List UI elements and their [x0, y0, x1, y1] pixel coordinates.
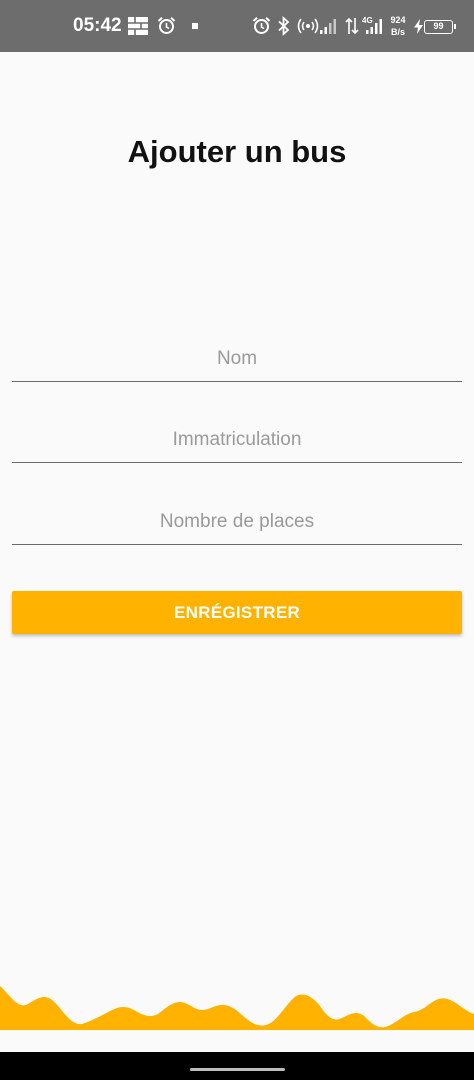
alarm-icon	[157, 17, 176, 34]
registration-field	[12, 409, 462, 463]
seats-field	[12, 491, 462, 545]
status-time: 05:42	[73, 15, 122, 36]
network-speed-unit: B/s	[390, 27, 405, 37]
decorative-wave	[0, 986, 474, 1030]
network-speed-value: 924	[390, 15, 406, 25]
navigation-bar	[0, 1052, 474, 1080]
name-field	[12, 328, 462, 382]
alarm-icon	[252, 17, 271, 34]
hotspot-icon	[297, 18, 319, 34]
page-title: Ajouter un bus	[127, 134, 347, 169]
signal-icon	[320, 19, 336, 34]
data-arrows-icon	[345, 17, 359, 35]
signal-4g-icon	[366, 19, 382, 34]
registration-input[interactable]	[12, 409, 462, 462]
seats-input[interactable]	[12, 491, 462, 544]
grid-icon	[128, 17, 148, 35]
name-input[interactable]	[12, 328, 462, 381]
notification-dot-icon	[192, 23, 198, 29]
status-bar: 05:42 4G 924 B/s 99	[0, 0, 474, 52]
bluetooth-icon	[278, 16, 290, 36]
save-button[interactable]: ENRÉGISTRER	[12, 591, 462, 634]
home-gesture-handle[interactable]	[190, 1068, 285, 1071]
battery-icon: 99	[424, 20, 456, 34]
charging-icon	[414, 19, 423, 34]
